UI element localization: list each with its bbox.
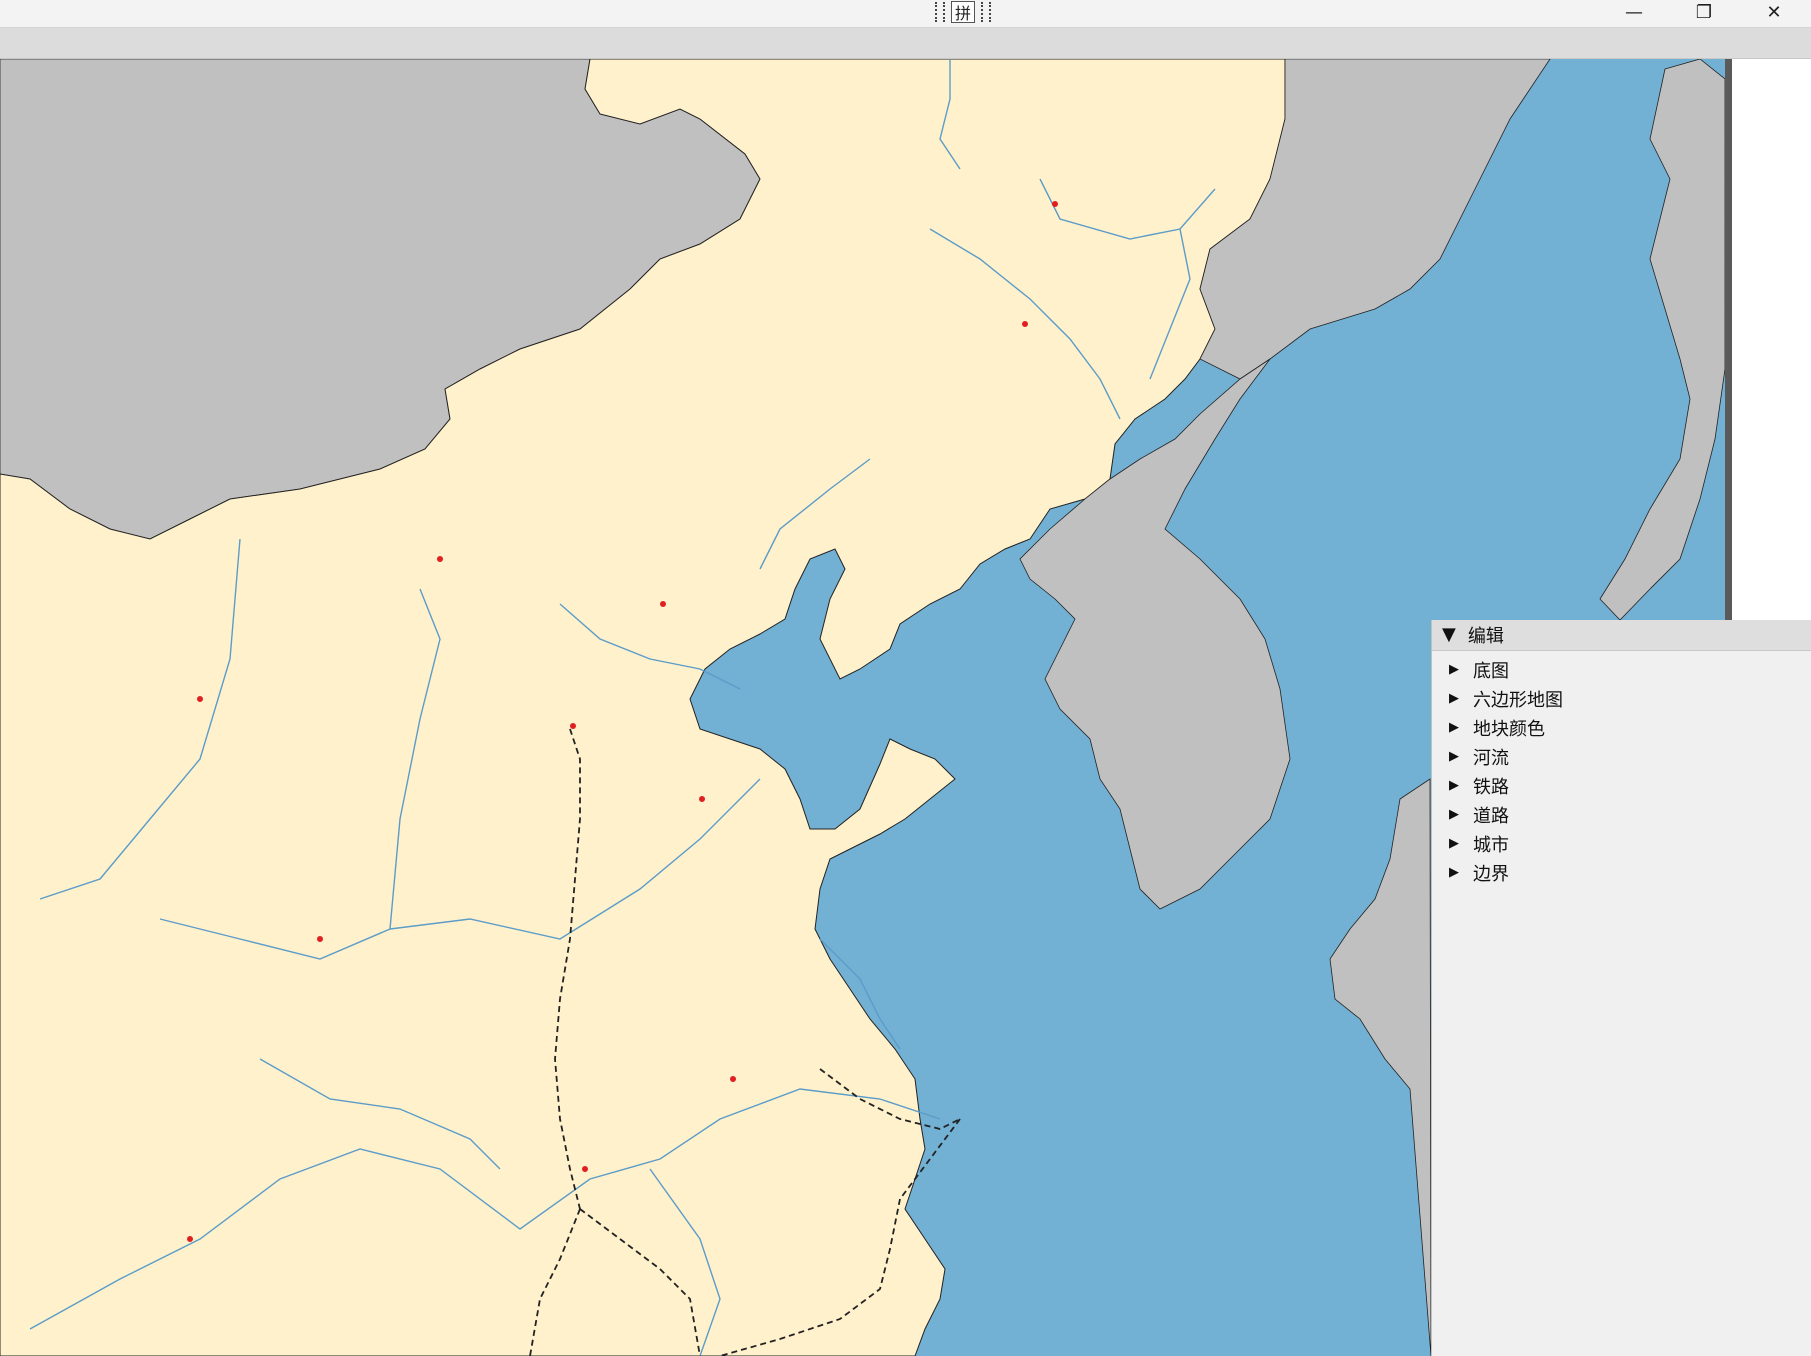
- ime-indicator[interactable]: 拼: [935, 0, 991, 24]
- expand-arrow-icon[interactable]: ▶: [1449, 837, 1459, 850]
- tree-item-tile-color[interactable]: ▶ 地块颜色: [1432, 713, 1811, 742]
- ime-pinyin-icon[interactable]: 拼: [951, 1, 975, 23]
- title-bar: 拼 — ❐ ✕: [0, 0, 1811, 28]
- tree-item-label: 河流: [1473, 747, 1509, 769]
- city-marker: [570, 723, 576, 729]
- expand-arrow-icon[interactable]: ▶: [1449, 779, 1459, 792]
- restore-button[interactable]: ❐: [1670, 0, 1738, 24]
- city-marker: [730, 1076, 736, 1082]
- expand-arrow-icon[interactable]: ▶: [1449, 692, 1459, 705]
- map-vertical-scrollbar[interactable]: [1725, 59, 1732, 620]
- city-marker: [317, 936, 323, 942]
- edit-panel-header[interactable]: ▼ 编辑: [1432, 620, 1811, 651]
- expand-arrow-icon[interactable]: ▶: [1449, 750, 1459, 763]
- tree-item-label: 城市: [1473, 834, 1509, 856]
- tree-item-label: 道路: [1473, 805, 1509, 827]
- tree-item-base-map[interactable]: ▶ 底图: [1432, 655, 1811, 684]
- tree-item-cities[interactable]: ▶ 城市: [1432, 829, 1811, 858]
- expand-arrow-icon[interactable]: ▶: [1449, 663, 1459, 676]
- toolbar-strip: [0, 28, 1811, 59]
- edit-panel-title: 编辑: [1467, 626, 1504, 647]
- city-marker: [1052, 201, 1058, 207]
- expand-arrow-icon[interactable]: ▶: [1449, 721, 1459, 734]
- city-marker: [699, 796, 705, 802]
- city-marker: [1022, 321, 1028, 327]
- restore-icon: ❐: [1695, 1, 1713, 23]
- minimize-button[interactable]: —: [1600, 0, 1668, 24]
- close-button[interactable]: ✕: [1740, 0, 1808, 24]
- tree-item-label: 六边形地图: [1473, 689, 1563, 711]
- tree-item-rivers[interactable]: ▶ 河流: [1432, 742, 1811, 771]
- edit-options-list: ▶ 底图 ▶ 六边形地图 ▶ 地块颜色 ▶ 河流 ▶ 铁路 ▶ 道路 ▶ 城市 …: [1432, 651, 1811, 887]
- ime-option-icon[interactable]: [981, 2, 991, 22]
- tree-item-roads[interactable]: ▶ 道路: [1432, 800, 1811, 829]
- minimize-icon: —: [1625, 1, 1643, 23]
- close-icon: ✕: [1766, 1, 1782, 23]
- tree-item-label: 地块颜色: [1473, 718, 1545, 740]
- collapse-arrow-icon[interactable]: ▼: [1442, 626, 1456, 644]
- drag-handle-icon[interactable]: [935, 2, 945, 22]
- blank-area: [1732, 59, 1811, 620]
- city-marker: [187, 1236, 193, 1242]
- expand-arrow-icon[interactable]: ▶: [1449, 866, 1459, 879]
- tree-item-label: 铁路: [1473, 776, 1509, 798]
- city-marker: [660, 601, 666, 607]
- expand-arrow-icon[interactable]: ▶: [1449, 808, 1459, 821]
- edit-panel: ▼ 编辑 ▶ 底图 ▶ 六边形地图 ▶ 地块颜色 ▶ 河流 ▶ 铁路 ▶ 道路 …: [1431, 620, 1811, 1356]
- tree-item-hex-map[interactable]: ▶ 六边形地图: [1432, 684, 1811, 713]
- city-marker: [197, 696, 203, 702]
- tree-item-railways[interactable]: ▶ 铁路: [1432, 771, 1811, 800]
- tree-item-label: 边界: [1473, 863, 1509, 885]
- city-marker: [437, 556, 443, 562]
- tree-item-label: 底图: [1473, 660, 1509, 682]
- tree-item-borders[interactable]: ▶ 边界: [1432, 858, 1811, 887]
- city-marker: [582, 1166, 588, 1172]
